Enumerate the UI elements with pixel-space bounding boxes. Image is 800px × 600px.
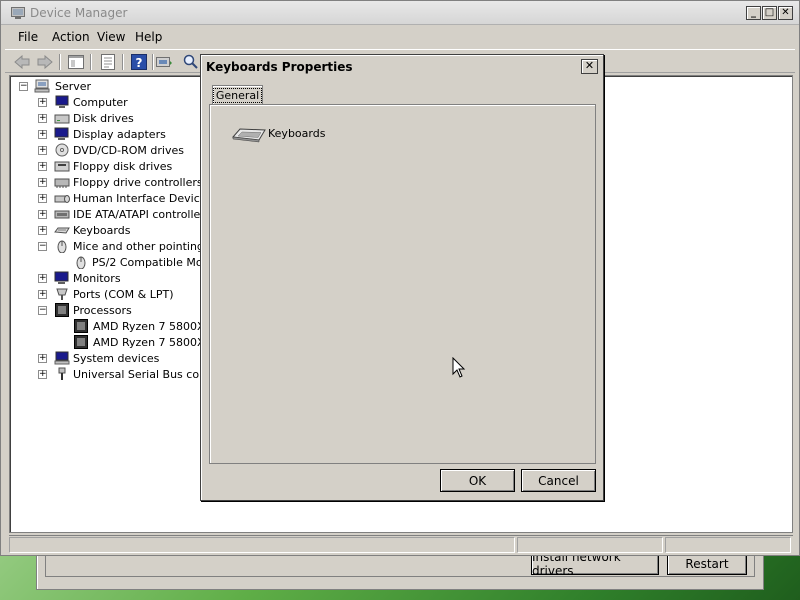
tree-expand-icon[interactable]: +: [38, 114, 47, 123]
help-icon[interactable]: ?: [130, 53, 148, 71]
tree-root-label[interactable]: Server: [55, 80, 91, 93]
install-network-drivers-button[interactable]: Install network drivers: [531, 550, 659, 578]
processor-icon: [74, 335, 88, 349]
forward-arrow-icon[interactable]: [36, 53, 54, 71]
tree-item-display-adapters[interactable]: Display adapters: [73, 128, 166, 141]
tree-expand-icon[interactable]: +: [38, 274, 47, 283]
maximize-icon[interactable]: □: [762, 6, 777, 20]
properties-icon[interactable]: [99, 53, 117, 71]
monitor-icon: [54, 271, 69, 284]
keyboard-icon: [54, 227, 70, 234]
status-cell: [665, 537, 791, 553]
tree-expand-icon[interactable]: +: [38, 178, 47, 187]
status-cell: [517, 537, 663, 553]
window-title: Device Manager: [30, 6, 128, 20]
tree-expand-icon[interactable]: +: [38, 98, 47, 107]
processor-icon: [55, 303, 69, 317]
title-bar[interactable]: Device Manager _ □ ✕: [1, 1, 799, 25]
dialog-title: Keyboards Properties: [206, 60, 353, 74]
device-manager-icon: [11, 7, 25, 19]
processor-icon: [74, 319, 88, 333]
tree-item-floppy-disk-drives[interactable]: Floppy disk drives: [73, 160, 172, 173]
tree-item-processors[interactable]: Processors: [73, 304, 132, 317]
tree-expand-icon[interactable]: +: [38, 370, 47, 379]
tree-item-mice[interactable]: Mice and other pointing de: [73, 240, 221, 253]
tree-item-computer[interactable]: Computer: [73, 96, 128, 109]
system-devices-icon: [54, 351, 70, 365]
general-tab-panel: Keyboards: [209, 104, 596, 464]
tree-item-disk-drives[interactable]: Disk drives: [73, 112, 134, 125]
usb-icon: [58, 367, 66, 380]
close-icon[interactable]: ✕: [581, 59, 598, 74]
tree-item-keyboards[interactable]: Keyboards: [73, 224, 130, 237]
tree-expand-icon[interactable]: +: [38, 162, 47, 171]
menu-file[interactable]: File: [18, 30, 38, 44]
tree-item-floppy-controllers[interactable]: Floppy drive controllers: [73, 176, 203, 189]
tree-expand-icon[interactable]: +: [38, 354, 47, 363]
device-name-label: Keyboards: [268, 127, 326, 140]
tree-collapse-icon[interactable]: −: [38, 306, 47, 315]
computer-icon: [55, 95, 69, 108]
tree-collapse-icon[interactable]: −: [38, 242, 47, 251]
tree-item-dvd-drives[interactable]: DVD/CD-ROM drives: [73, 144, 184, 157]
port-icon: [56, 288, 68, 300]
minimize-icon[interactable]: _: [746, 6, 761, 20]
cancel-button[interactable]: Cancel: [521, 469, 596, 492]
dvd-drive-icon: [55, 143, 69, 157]
mouse-cursor-icon: [452, 357, 466, 378]
menu-action[interactable]: Action: [52, 30, 90, 44]
hid-icon: [54, 195, 70, 203]
ide-controller-icon: [54, 210, 70, 219]
tree-item-monitors[interactable]: Monitors: [73, 272, 121, 285]
tree-expand-icon[interactable]: +: [38, 210, 47, 219]
floppy-disk-icon: [54, 161, 70, 172]
menu-bar: File Action View Help: [1, 26, 799, 48]
keyboards-properties-dialog: Keyboards Properties ✕ General Keyboards…: [200, 54, 604, 501]
tree-collapse-icon[interactable]: −: [19, 82, 28, 91]
tree-item-ide-controllers[interactable]: IDE ATA/ATAPI controllers: [73, 208, 211, 221]
disk-drive-icon: [54, 114, 70, 124]
tree-item-ports[interactable]: Ports (COM & LPT): [73, 288, 174, 301]
tree-expand-icon[interactable]: +: [38, 194, 47, 203]
back-arrow-icon[interactable]: [13, 53, 31, 71]
mouse-icon: [76, 256, 86, 269]
dialog-title-bar[interactable]: Keyboards Properties ✕: [202, 56, 602, 78]
restart-button[interactable]: Restart: [667, 553, 747, 575]
controller-icon: [54, 178, 70, 188]
status-cell: [9, 537, 515, 553]
tree-item-system-devices[interactable]: System devices: [73, 352, 159, 365]
show-hide-tree-icon[interactable]: [67, 53, 85, 71]
tree-item-hid[interactable]: Human Interface Devices: [73, 192, 212, 205]
tab-general[interactable]: General: [212, 85, 263, 105]
menu-view[interactable]: View: [97, 30, 125, 44]
display-adapter-icon: [54, 127, 69, 140]
ok-button[interactable]: OK: [440, 469, 515, 492]
close-icon[interactable]: ✕: [778, 6, 793, 20]
tree-expand-icon[interactable]: +: [38, 226, 47, 235]
tab-general-label: General: [212, 88, 263, 103]
menu-help[interactable]: Help: [135, 30, 162, 44]
status-bar: [9, 535, 793, 553]
scan-hardware-icon[interactable]: [182, 53, 200, 71]
mouse-icon: [57, 240, 67, 253]
tree-expand-icon[interactable]: +: [38, 290, 47, 299]
svg-text:?: ?: [136, 56, 143, 70]
update-driver-icon[interactable]: [155, 53, 173, 71]
computer-server-icon: [34, 79, 50, 93]
tree-expand-icon[interactable]: +: [38, 130, 47, 139]
keyboard-icon: [232, 128, 266, 143]
tree-expand-icon[interactable]: +: [38, 146, 47, 155]
